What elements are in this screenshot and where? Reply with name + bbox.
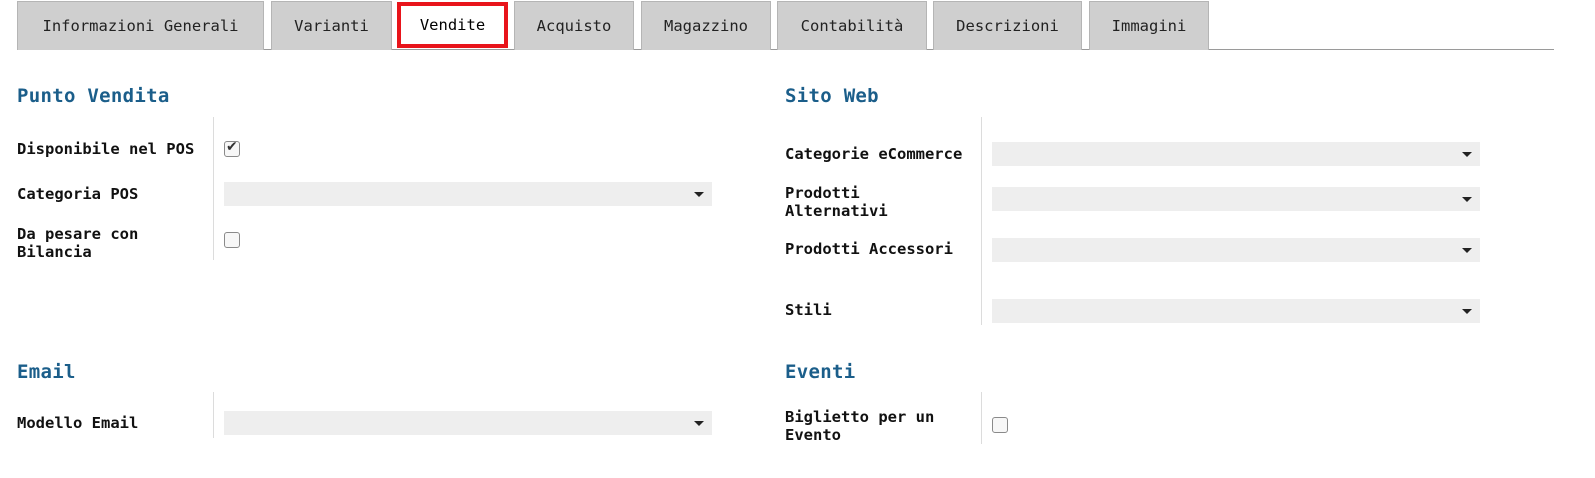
- prodotti-accessori-label: Prodotti Accessori: [785, 240, 953, 258]
- dropdown-caret-icon: [694, 192, 704, 197]
- stili-select[interactable]: [992, 299, 1480, 323]
- section-title-sito-web: Sito Web: [785, 85, 879, 107]
- field-divider: [981, 392, 982, 444]
- tab-label: Magazzino: [664, 17, 748, 35]
- categorie-ecommerce-label: Categorie eCommerce: [785, 145, 963, 163]
- field-divider: [981, 117, 982, 325]
- biglietto-evento-label: Biglietto per un Evento: [785, 408, 935, 444]
- section-title-eventi: Eventi: [785, 361, 856, 383]
- modello-email-label: Modello Email: [17, 414, 139, 432]
- tab-contabilita[interactable]: Contabilità: [777, 1, 927, 50]
- da-pesare-checkbox[interactable]: [224, 232, 240, 248]
- dropdown-caret-icon: [1462, 197, 1472, 202]
- dropdown-caret-icon: [1462, 309, 1472, 314]
- tab-acquisto[interactable]: Acquisto: [514, 1, 634, 50]
- tab-label: Contabilità: [800, 17, 904, 35]
- tab-vendite[interactable]: Vendite: [397, 2, 508, 48]
- section-title-email: Email: [17, 361, 76, 383]
- disponibile-pos-checkbox[interactable]: ✔: [224, 139, 240, 157]
- tab-informazioni-generali[interactable]: Informazioni Generali: [17, 1, 264, 50]
- categorie-ecommerce-select[interactable]: [992, 142, 1480, 166]
- tab-label: Vendite: [419, 16, 486, 34]
- prodotti-accessori-select[interactable]: [992, 238, 1480, 262]
- dropdown-caret-icon: [1462, 248, 1472, 253]
- field-divider: [213, 117, 214, 260]
- section-title-punto-vendita: Punto Vendita: [17, 85, 170, 107]
- prodotti-alternativi-label: Prodotti Alternativi: [785, 184, 888, 220]
- prodotti-alternativi-select[interactable]: [992, 187, 1480, 211]
- categoria-pos-select[interactable]: [224, 182, 712, 206]
- tab-label: Informazioni Generali: [42, 17, 239, 35]
- tab-immagini[interactable]: Immagini: [1089, 1, 1209, 50]
- tab-descrizioni[interactable]: Descrizioni: [933, 1, 1082, 50]
- dropdown-caret-icon: [1462, 152, 1472, 157]
- tab-label: Descrizioni: [956, 17, 1059, 35]
- stili-label: Stili: [785, 301, 832, 319]
- tab-bar: Informazioni Generali Varianti Vendite A…: [17, 1, 1554, 50]
- checkmark-icon: ✔: [226, 139, 238, 155]
- biglietto-evento-checkbox[interactable]: [992, 417, 1008, 433]
- tab-label: Varianti: [294, 17, 369, 35]
- dropdown-caret-icon: [694, 421, 704, 426]
- disponibile-pos-label: Disponibile nel POS: [17, 140, 195, 158]
- tab-magazzino[interactable]: Magazzino: [641, 1, 771, 50]
- tab-label: Acquisto: [536, 17, 612, 35]
- da-pesare-label: Da pesare con Bilancia: [17, 225, 139, 261]
- tab-label: Immagini: [1111, 17, 1187, 35]
- categoria-pos-label: Categoria POS: [17, 185, 139, 203]
- field-divider: [213, 392, 214, 438]
- modello-email-select[interactable]: [224, 411, 712, 435]
- tab-varianti[interactable]: Varianti: [271, 1, 392, 50]
